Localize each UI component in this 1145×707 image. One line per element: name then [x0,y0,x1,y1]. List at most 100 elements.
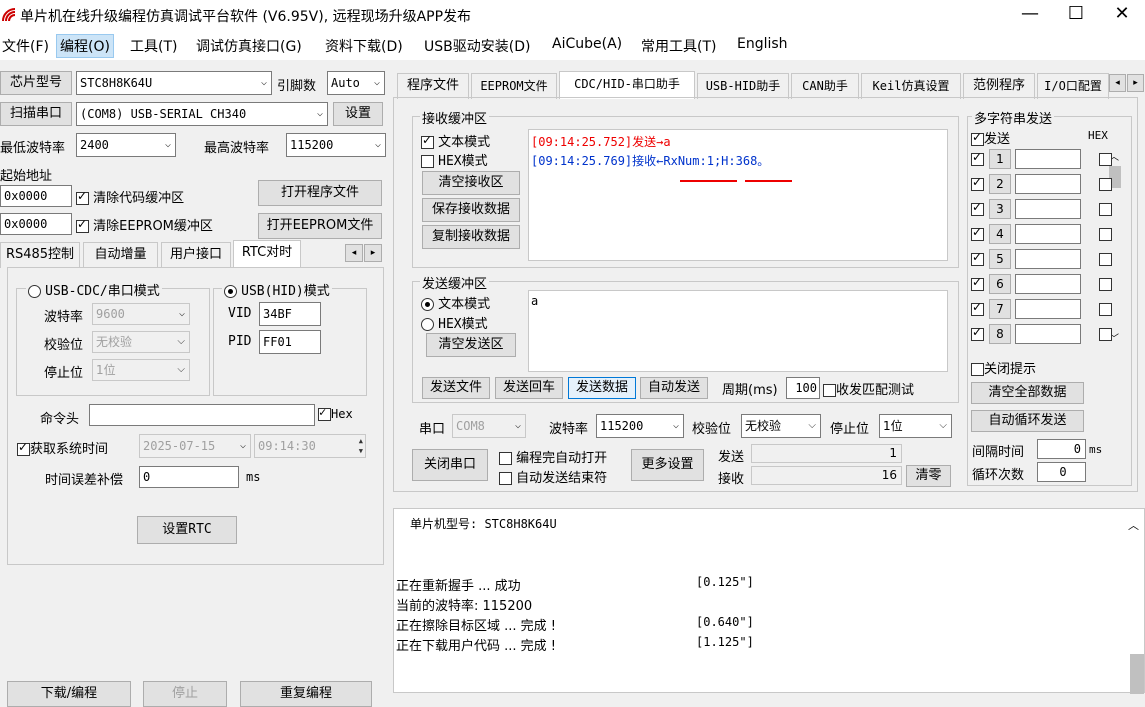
tab-rs485[interactable]: RS485控制 [0,242,80,268]
menu-aicube[interactable]: AiCube(A) [550,36,624,52]
send-hex-mode-radio[interactable]: HEX模式 [421,313,488,332]
checkbox-checked-icon[interactable] [971,175,984,191]
clear-receive-button[interactable]: 清空接收区 [422,171,520,195]
tab-scroll-right-icon[interactable]: ▸ [1127,74,1144,92]
multi-string-input[interactable] [1015,274,1081,294]
clear-send-button[interactable]: 清空发送区 [426,333,516,357]
tab-eeprom-file[interactable]: EEPROM文件 [471,73,557,99]
checkbox-unchecked-icon[interactable] [1099,253,1112,266]
clear-code-checkbox[interactable]: 清除代码缓冲区 [76,187,184,206]
checkbox-checked-icon[interactable] [971,325,984,341]
checkbox-checked-icon[interactable] [971,150,984,166]
close-port-button[interactable]: 关闭串口 [412,449,488,481]
hex-checkbox[interactable]: Hex [318,405,353,421]
maximize-button[interactable]: ☐ [1053,0,1099,30]
tab-auto-increment[interactable]: 自动增量 [83,242,158,268]
auto-send-button[interactable]: 自动发送 [640,377,708,399]
clear-all-data-button[interactable]: 清空全部数据 [971,382,1084,404]
checkbox-checked-icon[interactable] [971,250,984,266]
get-system-time-checkbox[interactable]: 获取系统时间 [17,438,108,457]
tab-scroll-right-icon[interactable]: ▸ [364,244,382,262]
checkbox-checked-icon[interactable] [971,300,984,316]
loop-count-input[interactable]: 0 [1037,462,1086,482]
log-scroll-up-icon[interactable]: ︿ [1128,517,1139,533]
serial-stop-select[interactable]: 1位 ⌵ [879,414,952,438]
checkbox-unchecked-icon[interactable] [1099,278,1112,291]
checkbox-unchecked-icon[interactable] [1099,328,1112,341]
log-scrollbar-thumb[interactable] [1130,654,1144,694]
download-program-button[interactable]: 下载/编程 [7,681,131,707]
port-settings-button[interactable]: 设置 [333,102,383,126]
log-output[interactable]: 单片机型号: STC8H8K64U ︿ 正在重新握手 ... 成功 [0.125"… [393,508,1145,694]
multi-string-input[interactable] [1015,249,1081,269]
open-after-program-checkbox[interactable]: 编程完自动打开 [499,447,607,466]
code-start-address[interactable]: 0x0000 [0,185,72,207]
usb-hid-radio[interactable]: USB(HID)模式 [222,280,332,299]
open-eeprom-file-button[interactable]: 打开EEPROM文件 [258,213,382,239]
send-enter-button[interactable]: 发送回车 [495,377,563,399]
close-button[interactable]: ✕ [1099,0,1145,30]
checkbox-unchecked-icon[interactable] [1099,303,1112,316]
stop-button[interactable]: 停止 [143,681,227,707]
chip-model-button[interactable]: 芯片型号 [0,71,72,95]
menu-program[interactable]: 编程(O) [56,34,114,58]
serial-port-select[interactable]: COM8 ⌵ [452,414,526,438]
multi-send-button[interactable]: 8 [989,324,1011,344]
rtc-parity-select[interactable]: 无校验 ⌵ [92,331,190,353]
tab-serial-assistant[interactable]: CDC/HID-串口助手 [559,71,695,99]
recv-hex-mode-checkbox[interactable]: HEX模式 [421,150,488,169]
multi-send-button[interactable]: 7 [989,299,1011,319]
tab-scroll-left-icon[interactable]: ◂ [345,244,363,262]
receive-textarea[interactable]: [09:14:25.752]发送→a [09:14:25.769]接收←RxNu… [528,129,948,261]
auto-loop-send-button[interactable]: 自动循环发送 [971,410,1084,432]
checkbox-checked-icon[interactable] [971,275,984,291]
interval-input[interactable]: 0 [1037,439,1086,459]
multi-send-button[interactable]: 2 [989,174,1011,194]
multi-send-button[interactable]: 5 [989,249,1011,269]
multi-string-input[interactable] [1015,174,1081,194]
tab-can[interactable]: CAN助手 [791,73,859,99]
repeat-program-button[interactable]: 重复编程 [240,681,372,707]
multi-string-input[interactable] [1015,149,1081,169]
match-test-checkbox[interactable]: 收发匹配测试 [823,379,914,398]
minimize-button[interactable]: — [1007,0,1053,30]
open-program-file-button[interactable]: 打开程序文件 [258,180,382,206]
multi-send-button[interactable]: 6 [989,274,1011,294]
period-input[interactable]: 100 [786,377,820,399]
rtc-baud-select[interactable]: 9600 ⌵ [92,303,190,325]
menu-file[interactable]: 文件(F) [0,36,51,56]
send-text-mode-radio[interactable]: 文本模式 [421,293,490,312]
multi-string-input[interactable] [1015,224,1081,244]
checkbox-unchecked-icon[interactable] [1099,153,1112,166]
auto-end-char-checkbox[interactable]: 自动发送结束符 [499,467,607,486]
time-error-input[interactable]: 0 [139,466,239,488]
send-textarea[interactable]: a [528,290,948,372]
multi-send-all-checkbox[interactable]: 发送 [971,128,1010,147]
tab-program-file[interactable]: 程序文件 [397,73,469,99]
menu-usb-driver[interactable]: USB驱动安装(D) [422,36,532,56]
serial-parity-select[interactable]: 无校验 ⌵ [741,414,821,438]
usb-cdc-radio[interactable]: USB-CDC/串口模式 [26,280,162,299]
copy-receive-button[interactable]: 复制接收数据 [422,225,520,249]
tab-user-interface[interactable]: 用户接口 [161,242,231,268]
chip-model-select[interactable]: STC8H8K64U ⌵ [76,71,272,95]
clear-eeprom-checkbox[interactable]: 清除EEPROM缓冲区 [76,215,213,234]
pid-input[interactable]: FF01 [259,330,321,354]
send-data-button[interactable]: 发送数据 [568,377,636,399]
menu-english[interactable]: English [735,36,790,52]
more-settings-button[interactable]: 更多设置 [631,449,704,481]
tab-keil-sim[interactable]: Keil仿真设置 [861,73,961,99]
checkbox-unchecked-icon[interactable] [1099,203,1112,216]
menu-debug[interactable]: 调试仿真接口(G) [194,36,304,56]
multi-send-button[interactable]: 4 [989,224,1011,244]
checkbox-unchecked-icon[interactable] [1099,178,1112,191]
checkbox-unchecked-icon[interactable] [1099,228,1112,241]
multi-string-input[interactable] [1015,299,1081,319]
tab-scroll-left-icon[interactable]: ◂ [1109,74,1126,92]
serial-baud-select[interactable]: 115200 ⌵ [596,414,684,438]
clear-count-button[interactable]: 清零 [906,465,951,487]
vid-input[interactable]: 34BF [259,302,321,326]
max-baud-select[interactable]: 115200 ⌵ [286,133,386,157]
date-picker[interactable]: 2025-07-15 ⌵ [139,434,251,458]
pins-select[interactable]: Auto ⌵ [327,71,385,95]
